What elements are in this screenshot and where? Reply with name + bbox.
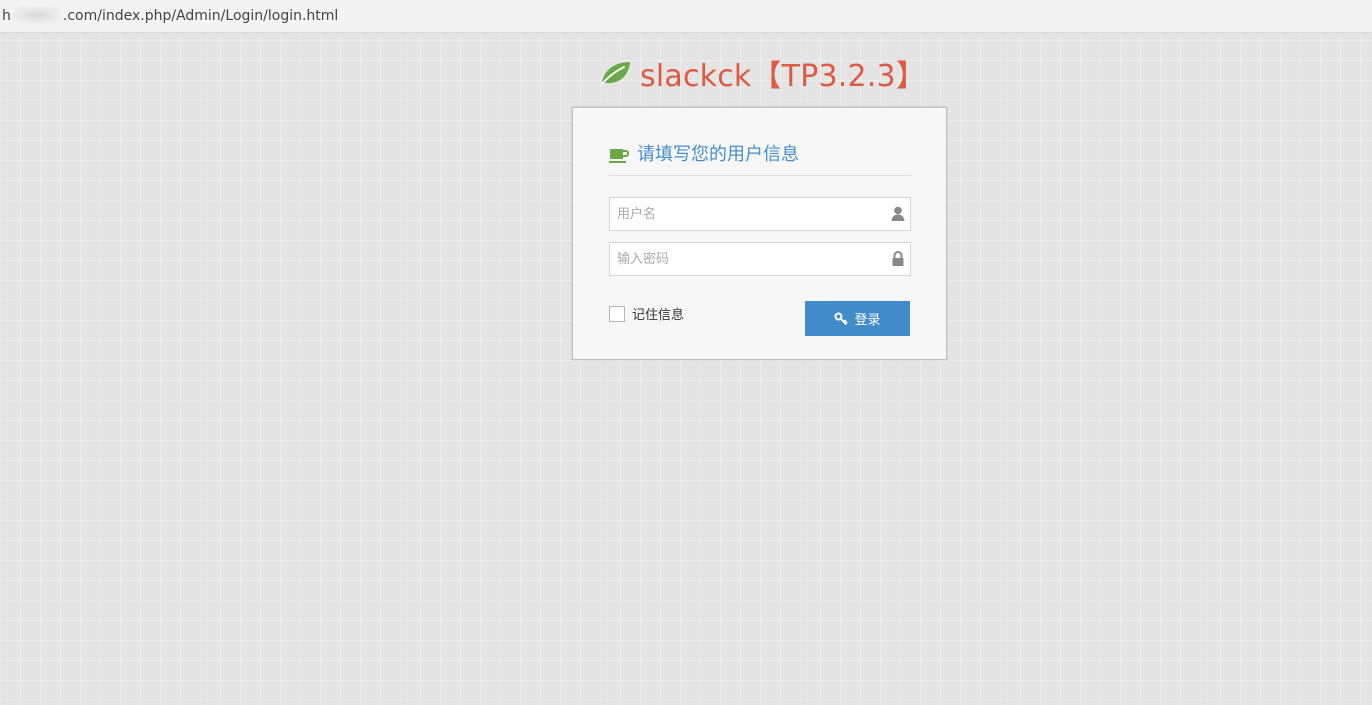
password-input[interactable]	[610, 243, 877, 275]
username-input[interactable]	[610, 198, 877, 230]
login-title: 请填写您的用户信息	[637, 144, 799, 165]
leaf-icon	[600, 62, 630, 86]
login-button-label: 登录	[854, 313, 881, 328]
login-button[interactable]: 登录	[805, 301, 910, 336]
remember-checkbox-box[interactable]	[609, 305, 625, 322]
browser-address-bar[interactable]: h .com/index.php/Admin/Login/login.html	[0, 0, 1372, 33]
remember-checkbox[interactable]: 记住信息	[609, 304, 684, 323]
brand-header: slackck【TP3.2.3】	[598, 54, 927, 94]
url-suffix: .com/index.php/Admin/Login/login.html	[62, 8, 339, 24]
login-box: 请填写您的用户信息 记住信息 登录	[572, 107, 947, 360]
remember-label: 记住信息	[632, 308, 685, 323]
brand-title: slackck【TP3.2.3】	[640, 59, 927, 94]
url-prefix: h	[2, 8, 11, 24]
coffee-icon	[609, 149, 629, 163]
key-icon	[834, 312, 849, 325]
lock-icon	[892, 251, 904, 266]
url-redacted-segment	[12, 6, 61, 24]
password-field[interactable]	[609, 242, 911, 276]
login-header: 请填写您的用户信息	[609, 144, 911, 176]
user-icon	[891, 206, 905, 221]
url-text[interactable]: h .com/index.php/Admin/Login/login.html	[2, 6, 338, 24]
username-field[interactable]	[609, 197, 911, 231]
